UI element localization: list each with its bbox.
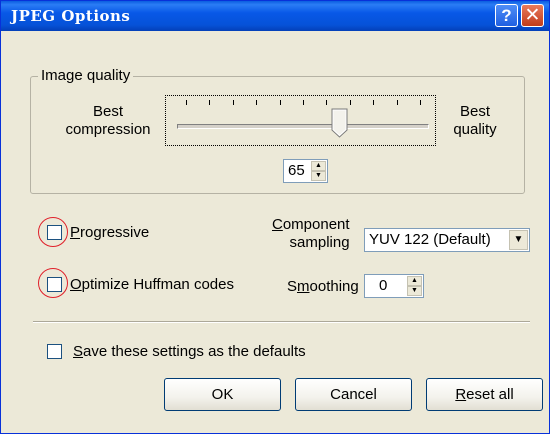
slider-tick [349, 100, 351, 105]
slider-tick [256, 100, 258, 105]
component-sampling-select[interactable]: YUV 122 (Default) ▼ [364, 228, 530, 252]
slider-tick [186, 100, 187, 105]
slider-tick [326, 100, 328, 105]
quality-value[interactable]: 65 [288, 162, 305, 179]
slider-tick [420, 100, 421, 105]
highlight-circle-progressive [38, 217, 68, 247]
best-compression-label: Best compression [65, 103, 151, 138]
reset-all-button[interactable]: Reset all [426, 378, 543, 411]
component-sampling-label: Component sampling [272, 216, 350, 251]
optimize-huffman-label[interactable]: Optimize Huffman codes [70, 276, 234, 293]
chevron-down-icon[interactable]: ▼ [509, 230, 528, 250]
help-icon: ? [501, 6, 512, 25]
quality-slider-focus[interactable] [165, 95, 436, 146]
spin-down-button[interactable]: ▼ [311, 171, 326, 181]
slider-tick [396, 100, 398, 105]
quality-slider-track[interactable] [177, 124, 429, 129]
cancel-button[interactable]: Cancel [295, 378, 412, 411]
spin-down-button[interactable]: ▼ [407, 286, 422, 296]
smoothing-label: Smoothing [287, 278, 359, 295]
spin-up-down-icon[interactable]: ▲ ▼ [407, 276, 422, 296]
smoothing-spinbox[interactable]: 0 ▲ ▼ [364, 274, 424, 298]
close-button[interactable]: ✕ [521, 4, 544, 27]
slider-tick [303, 100, 304, 105]
slider-tick [279, 100, 281, 105]
progressive-label[interactable]: Progressive [70, 224, 149, 241]
component-sampling-value: YUV 122 (Default) [369, 231, 491, 248]
spin-up-button[interactable]: ▲ [407, 276, 422, 286]
save-defaults-label[interactable]: Save these settings as the defaults [73, 343, 306, 360]
spin-up-button[interactable]: ▲ [311, 161, 326, 171]
title-bar[interactable]: JPEG Options ? ✕ [1, 1, 549, 31]
help-button[interactable]: ? [495, 4, 518, 27]
close-icon: ✕ [524, 5, 541, 26]
image-quality-legend: Image quality [38, 67, 134, 84]
smoothing-value[interactable]: 0 [379, 277, 387, 294]
best-quality-label: Best quality [453, 103, 497, 138]
slider-tick [373, 100, 375, 105]
ok-button[interactable]: OK [164, 378, 281, 411]
slider-tick [232, 100, 234, 105]
quality-spinbox[interactable]: 65 ▲ ▼ [283, 159, 328, 183]
quality-slider-thumb[interactable] [331, 108, 348, 138]
save-defaults-checkbox[interactable] [47, 344, 62, 359]
slider-tick [209, 100, 211, 105]
window-title: JPEG Options [11, 7, 131, 25]
spin-up-down-icon[interactable]: ▲ ▼ [311, 161, 326, 181]
separator [33, 321, 530, 323]
highlight-circle-huffman [38, 268, 68, 298]
